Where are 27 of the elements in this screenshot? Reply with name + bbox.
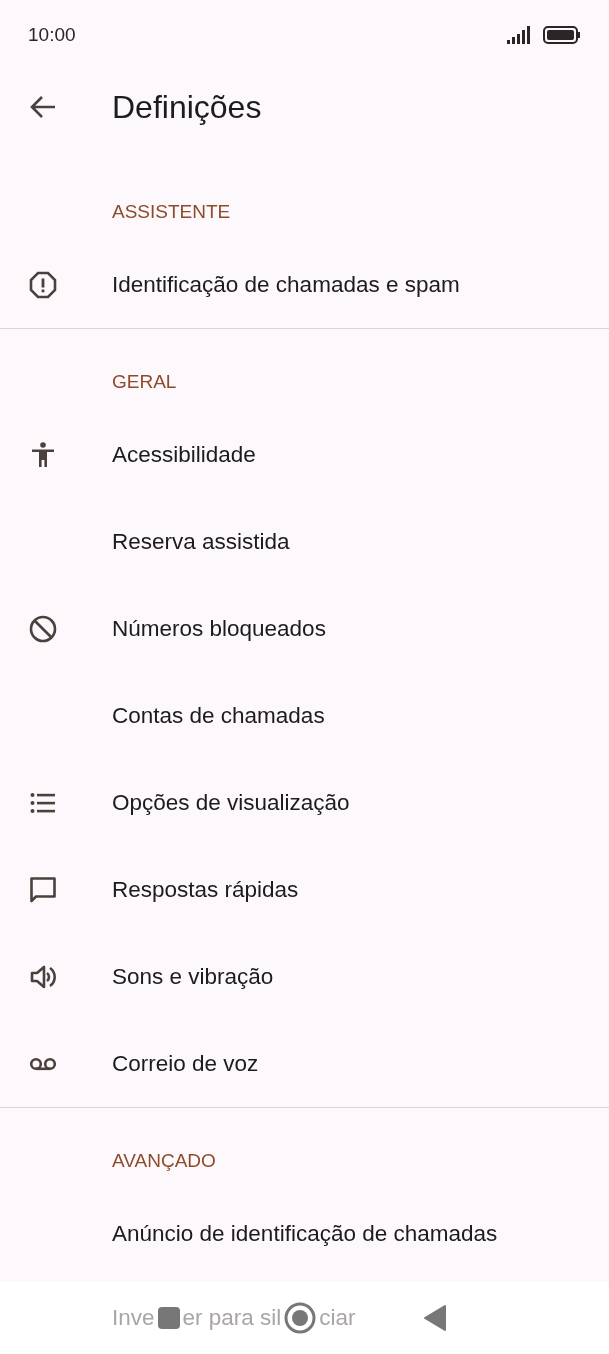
settings-item[interactable]: Sons e vibração (112, 959, 274, 994)
back-arrow-icon[interactable] (29, 95, 57, 119)
page-title: Definições (112, 88, 262, 127)
warning-octagon-icon (29, 270, 57, 299)
section-header: GERAL (112, 369, 177, 394)
home-icon[interactable] (284, 1302, 317, 1334)
settings-item[interactable]: Anúncio de identificação de chamadas (112, 1216, 498, 1251)
settings-item[interactable]: Correio de voz (112, 1046, 259, 1081)
faded-settings-item: Inve (112, 1304, 155, 1333)
block-icon (29, 614, 57, 643)
battery-icon (543, 26, 581, 44)
settings-item[interactable]: Contas de chamadas (112, 698, 325, 733)
status-time: 10:00 (28, 22, 76, 47)
recents-icon[interactable] (157, 1307, 180, 1329)
settings-item[interactable]: Reserva assistida (112, 524, 290, 559)
settings-item[interactable]: Identificação de chamadas e spam (112, 267, 460, 302)
settings-item[interactable]: Respostas rápidas (112, 872, 299, 907)
settings-item[interactable]: Opções de visualização (112, 785, 350, 820)
back-icon[interactable] (423, 1305, 446, 1331)
settings-item[interactable]: Números bloqueados (112, 611, 326, 646)
message-icon (29, 875, 57, 904)
accessibility-icon (29, 440, 57, 469)
section-header: AVANÇADO (112, 1148, 216, 1173)
section-header: ASSISTENTE (112, 199, 231, 224)
settings-item[interactable]: Acessibilidade (112, 437, 256, 472)
faded-settings-item: ciar (319, 1304, 356, 1333)
faded-settings-item: er para sil (182, 1304, 282, 1333)
